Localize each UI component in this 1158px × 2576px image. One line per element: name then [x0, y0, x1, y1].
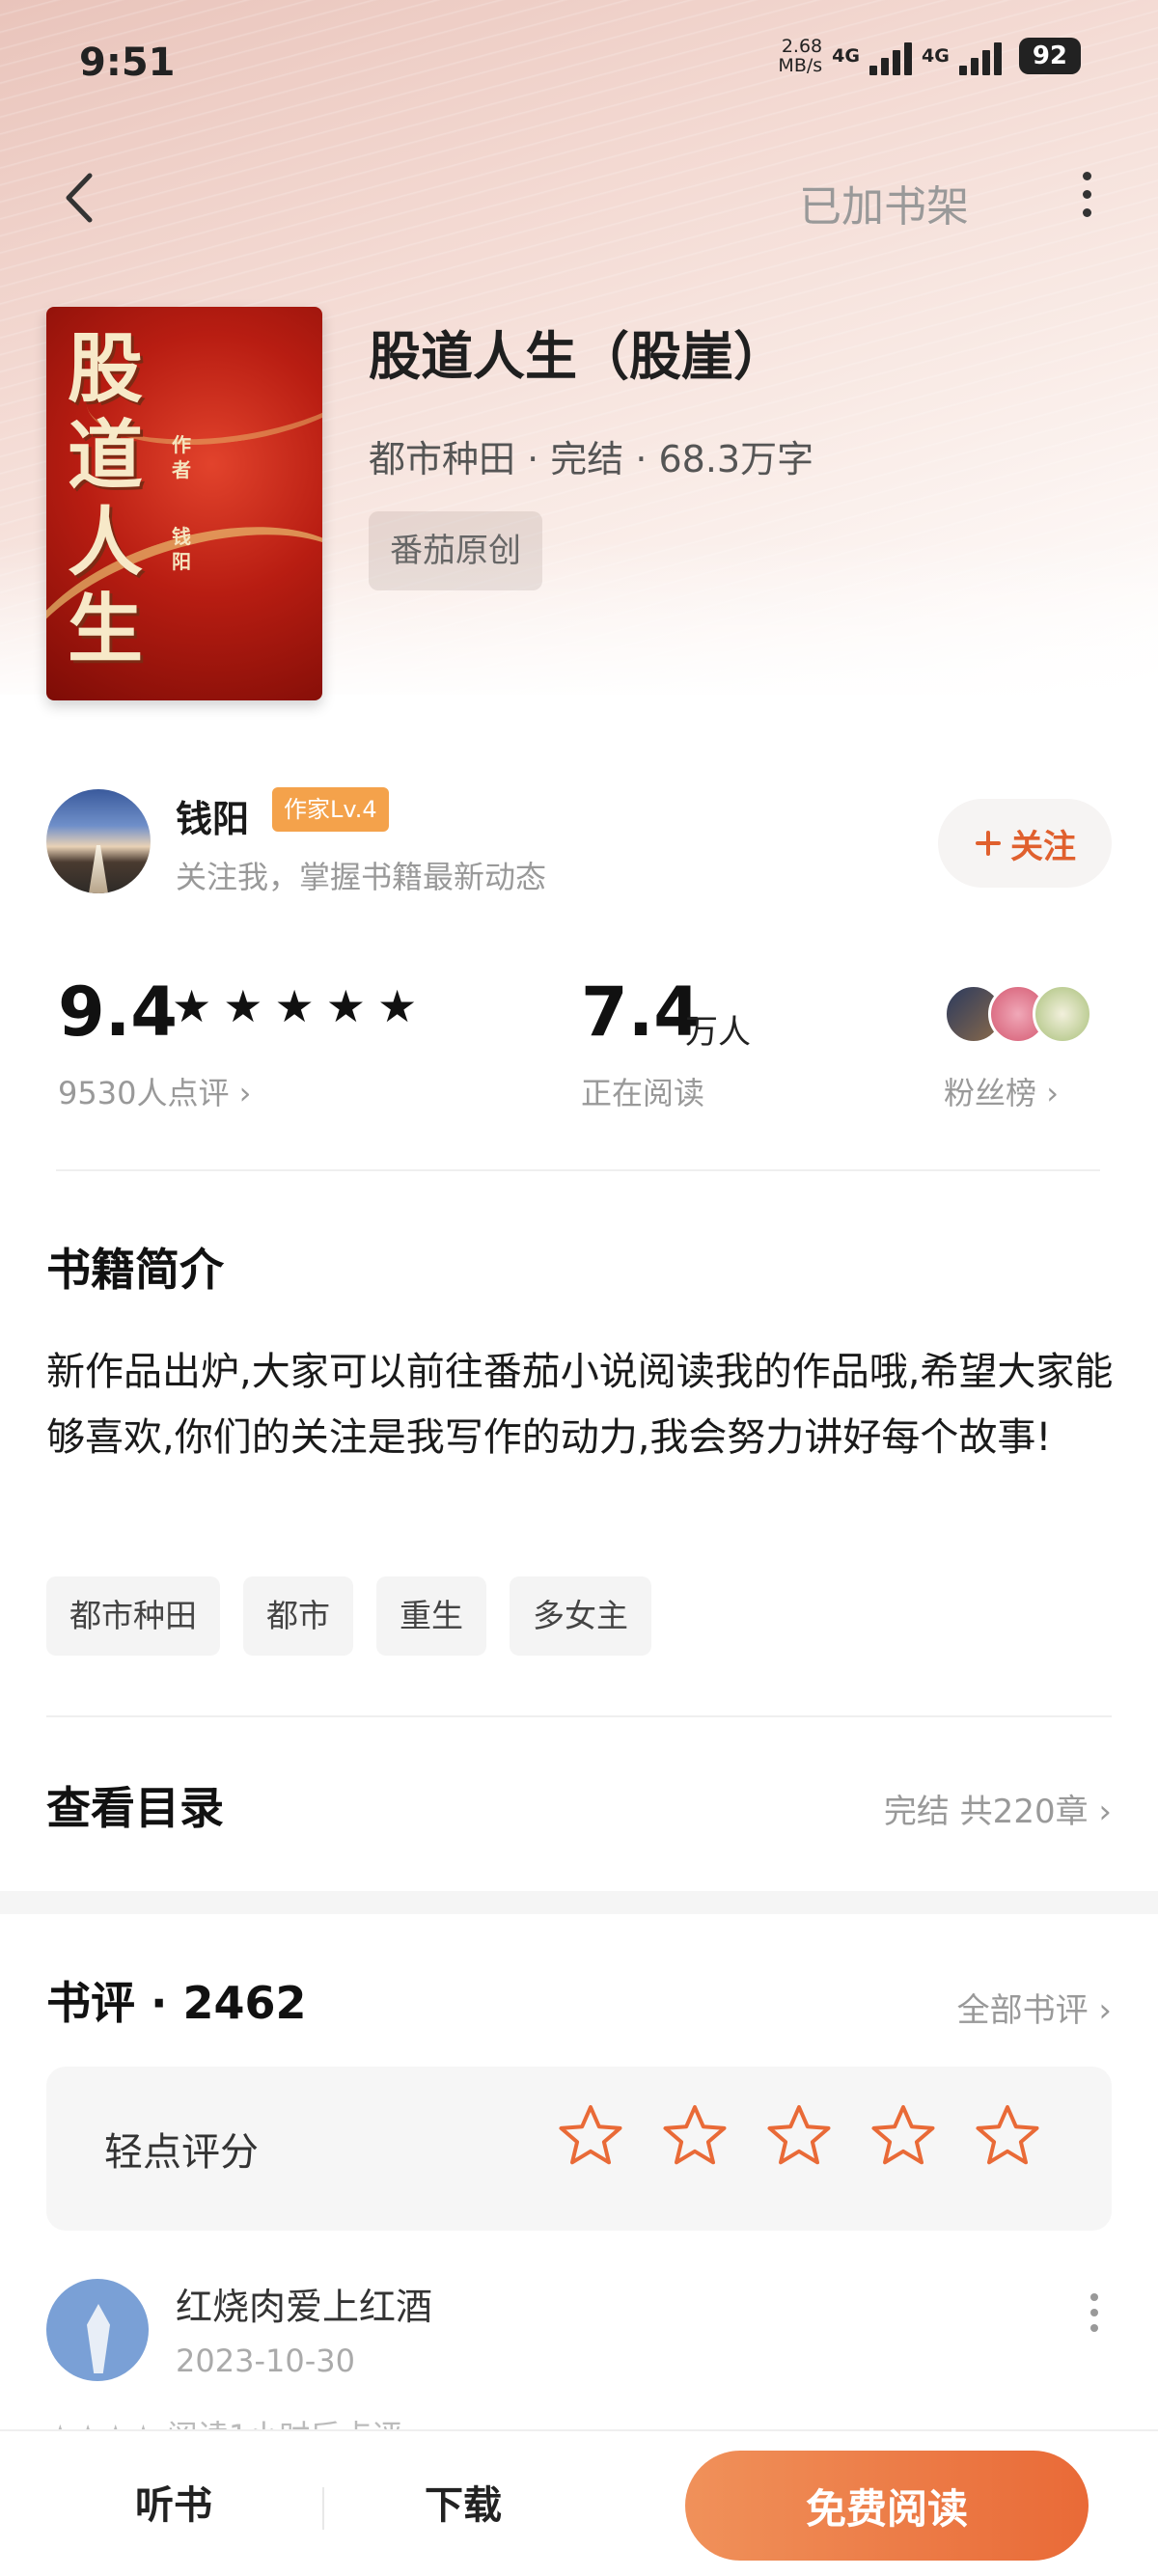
follow-button[interactable]: 关注	[938, 799, 1112, 888]
rate-label: 轻点评分	[104, 2130, 259, 2175]
battery-icon: 92	[1018, 38, 1081, 74]
intro-title: 书籍简介	[46, 1244, 224, 1296]
genre-tag[interactable]: 都市种田	[46, 1576, 220, 1656]
top-nav: 已加书架	[0, 154, 1158, 241]
readers-number: 7.4	[581, 973, 702, 1052]
back-button[interactable]	[53, 164, 111, 232]
rating-stars: ★ ★ ★ ★ ★	[172, 982, 417, 1030]
star-outline-icon[interactable]	[556, 2101, 625, 2171]
catalog-status: 完结 共220章 ›	[883, 1793, 1112, 1831]
back-arrow-icon	[66, 173, 93, 223]
more-options-button[interactable]	[1069, 166, 1104, 233]
status-indicators: 2.68 MB/s 4G 4G 92	[778, 37, 1081, 75]
genre-tags: 都市种田 都市 重生 多女主	[46, 1576, 651, 1656]
all-reviews-link[interactable]: 全部书评 ›	[957, 1984, 1112, 2031]
more-dot-icon	[1090, 2293, 1098, 2301]
book-detail-page: 9:51 2.68 MB/s 4G 4G 92 已加书架 股道人生 作者 钱阳 …	[0, 0, 1158, 2576]
star-icon: ★	[223, 980, 263, 1032]
reviewer-name[interactable]: 红烧肉爱上红酒	[176, 2277, 432, 2330]
author-description: 关注我，掌握书籍最新动态	[176, 859, 547, 895]
reviews-title: 书评 · 2462	[46, 1977, 307, 2029]
review-count-label: 9530人点评	[58, 1075, 230, 1111]
origin-tag: 番茄原创	[369, 511, 542, 590]
review-count-link[interactable]: 9530人点评 ›	[58, 1069, 251, 1113]
fans-ranking-link[interactable]: 粉丝榜 ›	[944, 1069, 1059, 1113]
readers-unit: 万人	[685, 1013, 751, 1052]
author-avatar[interactable]	[46, 789, 151, 893]
divider	[322, 2487, 324, 2530]
follow-label: 关注	[1010, 827, 1076, 866]
net-speed-value: 2.68	[781, 36, 823, 57]
chevron-right-icon: ›	[238, 1075, 252, 1111]
cover-author-name: 钱阳	[172, 525, 191, 573]
review-more-button[interactable]	[1085, 2288, 1104, 2346]
star-icon: ★	[172, 980, 212, 1032]
reviewer-avatar[interactable]	[46, 2279, 149, 2381]
more-dot-icon	[1082, 172, 1091, 180]
added-to-shelf-button[interactable]: 已加书架	[799, 172, 969, 233]
bottom-action-bar: 听书 下载 免费阅读	[0, 2429, 1158, 2576]
catalog-title: 查看目录	[46, 1782, 224, 1834]
signal-icon	[868, 37, 912, 75]
net-speed: 2.68 MB/s	[778, 37, 822, 75]
free-read-button[interactable]: 免费阅读	[685, 2451, 1089, 2561]
rate-stars	[556, 2101, 1042, 2171]
fans-avatars[interactable]	[944, 984, 1098, 1044]
cover-author-label: 作者	[172, 433, 191, 481]
intro-text: 新作品出炉,大家可以前往番茄小说阅读我的作品哦,希望大家能够喜欢,你们的关注是我…	[46, 1350, 1114, 1460]
cover-title: 股道人生	[68, 325, 144, 673]
book-meta: 都市种田 · 完结 · 68.3万字	[369, 438, 814, 480]
network-type-2: 4G	[921, 45, 950, 67]
chevron-right-icon: ›	[1098, 1991, 1112, 2030]
author-name[interactable]: 钱阳	[176, 789, 249, 842]
readers-label: 正在阅读	[581, 1075, 705, 1111]
fan-avatar	[1033, 984, 1092, 1044]
genre-tag[interactable]: 多女主	[510, 1576, 651, 1656]
net-speed-unit: MB/s	[778, 55, 823, 76]
star-icon: ★	[274, 980, 315, 1032]
plus-icon	[976, 831, 1001, 856]
chevron-right-icon: ›	[1046, 1075, 1059, 1111]
catalog-row[interactable]: 查看目录 完结 共220章 ›	[0, 1756, 1158, 1862]
star-outline-icon[interactable]	[973, 2101, 1042, 2171]
status-time: 9:51	[79, 41, 176, 85]
section-gap	[0, 1891, 1158, 1914]
review-date: 2023-10-30	[176, 2343, 355, 2379]
rate-box: 轻点评分	[46, 2067, 1112, 2231]
star-outline-icon[interactable]	[868, 2101, 938, 2171]
star-icon: ★	[325, 980, 366, 1032]
network-type-1: 4G	[832, 45, 860, 67]
divider	[56, 1169, 1100, 1171]
fans-ranking-label: 粉丝榜	[944, 1075, 1037, 1111]
author-level-badge: 作家Lv.4	[272, 787, 389, 832]
download-button[interactable]: 下载	[425, 2474, 502, 2530]
divider	[46, 1715, 1112, 1717]
book-cover[interactable]: 股道人生 作者 钱阳	[46, 307, 322, 700]
star-icon: ★	[377, 980, 418, 1032]
genre-tag[interactable]: 重生	[376, 1576, 486, 1656]
book-title: 股道人生（股崖）	[369, 326, 786, 387]
status-bar: 9:51 2.68 MB/s 4G 4G 92	[0, 0, 1158, 125]
genre-tag[interactable]: 都市	[243, 1576, 353, 1656]
signal-icon-2	[958, 37, 1002, 75]
rating-score: 9.4	[58, 973, 179, 1052]
star-outline-icon[interactable]	[660, 2101, 730, 2171]
star-outline-icon[interactable]	[764, 2101, 834, 2171]
listen-button[interactable]: 听书	[135, 2474, 212, 2530]
chevron-right-icon: ›	[1098, 1793, 1112, 1831]
